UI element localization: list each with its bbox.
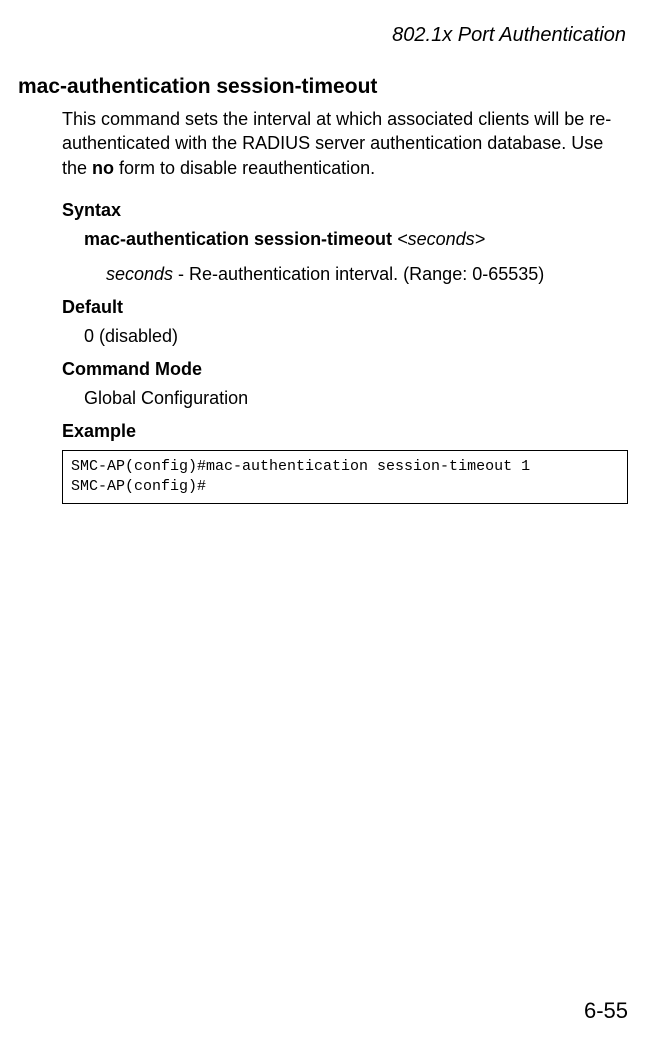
default-value: 0 (disabled) [62,326,628,347]
example-label: Example [62,421,628,442]
body-content: This command sets the interval at which … [18,107,628,504]
section-title: mac-authentication session-timeout [18,75,628,99]
intro-bold: no [92,158,114,178]
param-name: seconds [106,264,173,284]
command-mode-label: Command Mode [62,359,628,380]
syntax-command: mac-authentication session-timeout [84,229,392,249]
param-line: seconds - Re-authentication interval. (R… [62,264,628,285]
param-desc: - Re-authentication interval. (Range: 0-… [173,264,544,284]
intro-paragraph: This command sets the interval at which … [62,107,628,180]
example-code: SMC-AP(config)#mac-authentication sessio… [62,450,628,505]
intro-post: form to disable reauthentication. [114,158,375,178]
syntax-arg: <seconds> [397,229,485,249]
command-mode-value: Global Configuration [62,388,628,409]
syntax-line: mac-authentication session-timeout <seco… [62,229,628,250]
syntax-label: Syntax [62,200,628,221]
running-header: 802.1x Port Authentication [18,24,628,47]
default-label: Default [62,297,628,318]
page-number: 6-55 [584,998,628,1024]
